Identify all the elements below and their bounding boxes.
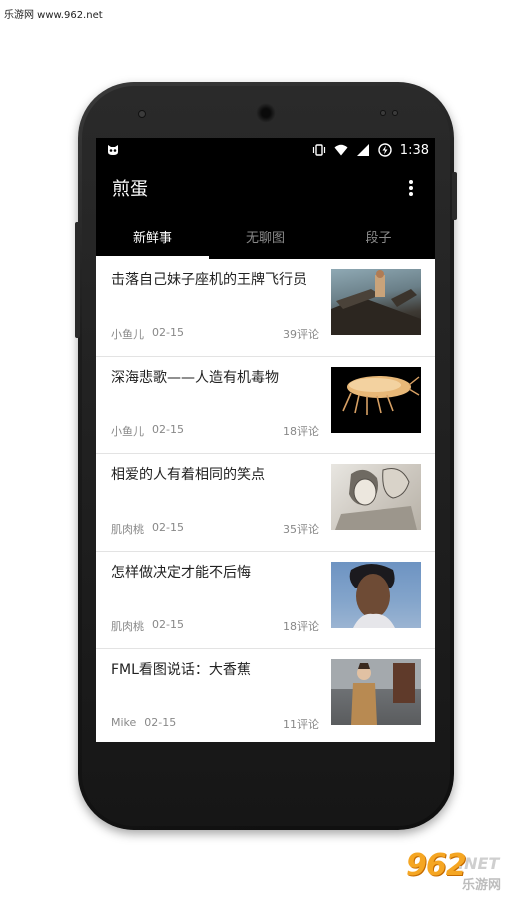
overflow-menu-icon[interactable]	[403, 179, 419, 197]
item-thumbnail	[331, 366, 421, 433]
item-title: 击落自己妹子座机的王牌飞行员	[111, 272, 307, 288]
app-title: 煎蛋	[112, 178, 148, 200]
list-item[interactable]: FML看图说话：大香蕉 Mike 02-15 11评论	[96, 649, 435, 742]
list-item[interactable]: 深海悲歌——人造有机毒物 小鱼儿 02-15 18评论	[96, 356, 435, 454]
item-comments: 18评论	[283, 425, 319, 438]
app-notification-icon	[108, 145, 118, 155]
power-button	[452, 172, 457, 220]
item-author: 肌肉桃	[111, 522, 144, 536]
item-author: 小鱼儿	[111, 425, 144, 438]
item-thumbnail	[331, 561, 421, 628]
tab-pics[interactable]: 无聊图	[209, 213, 322, 259]
logo-chinese: 乐游网	[462, 878, 502, 893]
proximity-sensor	[392, 110, 398, 116]
item-date: 02-15	[152, 325, 184, 339]
earpiece-speaker	[256, 103, 276, 123]
site-watermark: 乐游网 www.962.net	[4, 10, 103, 21]
item-thumbnail	[331, 269, 421, 335]
item-author: 肌肉桃	[111, 620, 144, 633]
app-screen: 1:38 煎蛋 新鲜事 无聊图 段子 击落自己妹子座机的王牌飞行员 小鱼儿 02…	[96, 138, 435, 742]
item-comments: 39评论	[283, 327, 319, 341]
clock: 1:38	[399, 142, 429, 158]
app-bar: 煎蛋	[96, 162, 435, 213]
item-date: 02-15	[144, 715, 177, 729]
item-comments: 11评论	[283, 717, 319, 731]
article-list: 击落自己妹子座机的王牌飞行员 小鱼儿 02-15 39评论 深海悲歌——人造有机…	[96, 259, 435, 742]
cell-signal-icon	[356, 144, 369, 156]
item-title: 深海悲歌——人造有机毒物	[111, 369, 279, 386]
battery-charging-icon	[378, 143, 392, 157]
item-comments: 18评论	[283, 620, 319, 633]
item-thumbnail	[331, 464, 421, 530]
volume-button	[75, 222, 80, 338]
tab-bar: 新鲜事 无聊图 段子	[96, 213, 435, 259]
logo-number: 962	[406, 848, 467, 883]
item-author: 小鱼儿	[111, 327, 144, 341]
status-bar: 1:38	[96, 138, 435, 162]
item-title: 怎样做决定才能不后悔	[111, 564, 251, 581]
wifi-icon	[334, 144, 348, 156]
tab-news[interactable]: 新鲜事	[96, 213, 209, 259]
item-author: Mike	[111, 715, 137, 729]
item-date: 02-15	[152, 520, 184, 534]
logo-suffix: .NET	[458, 854, 500, 873]
list-item[interactable]: 怎样做决定才能不后悔 肌肉桃 02-15 18评论	[96, 551, 435, 649]
item-date: 02-15	[152, 618, 184, 631]
item-title: 相爱的人有着相同的笑点	[111, 467, 265, 483]
item-date: 02-15	[152, 423, 184, 436]
tab-jokes[interactable]: 段子	[322, 213, 435, 259]
sensor-dot	[138, 110, 146, 118]
vibrate-icon	[312, 144, 325, 156]
site-logo: 962 .NET 乐游网	[406, 848, 518, 894]
item-thumbnail	[331, 659, 421, 725]
item-comments: 35评论	[283, 522, 319, 536]
front-camera	[380, 110, 386, 116]
item-title: FML看图说话：大香蕉	[111, 662, 251, 678]
list-item[interactable]: 击落自己妹子座机的王牌飞行员 小鱼儿 02-15 39评论	[96, 259, 435, 357]
list-item[interactable]: 相爱的人有着相同的笑点 肌肉桃 02-15 35评论	[96, 454, 435, 552]
